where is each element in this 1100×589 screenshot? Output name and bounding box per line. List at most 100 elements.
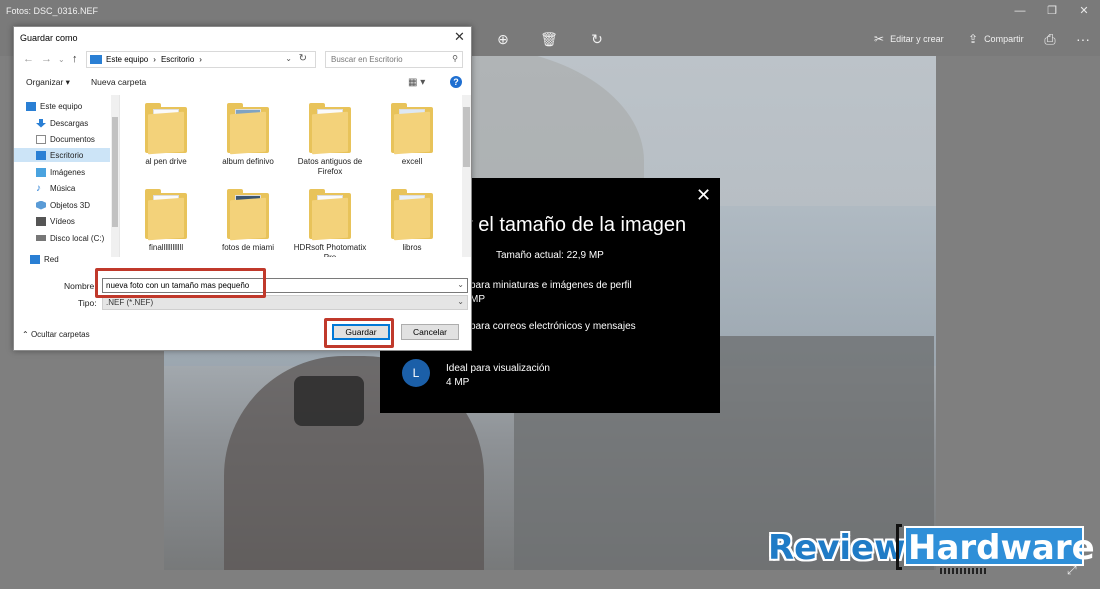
type-label: Tipo: bbox=[78, 298, 97, 308]
folder-item[interactable]: Datos antiguos de Firefox bbox=[290, 103, 370, 177]
restore-icon[interactable]: ❐ bbox=[1042, 4, 1062, 18]
folder-item[interactable]: fotos de miami bbox=[208, 189, 288, 253]
save-as-dialog: Guardar como ✕ ← → ⌄ ↑ Este equipo › Esc… bbox=[13, 26, 472, 351]
file-list-scrollbar[interactable] bbox=[462, 95, 471, 257]
documents-icon bbox=[36, 134, 46, 144]
address-separator: › bbox=[153, 55, 156, 64]
option-small-line2[interactable]: MP bbox=[470, 294, 485, 305]
nav-label: Vídeos bbox=[50, 216, 75, 226]
dialog-title: Guardar como bbox=[20, 33, 78, 43]
zoom-icon[interactable]: ⊕ bbox=[494, 30, 512, 48]
folder-name: HDRsoft Photomatix Pro bbox=[293, 243, 367, 257]
new-folder-button[interactable]: Nueva carpeta bbox=[91, 77, 146, 87]
nav-item-imagenes[interactable]: Imágenes bbox=[36, 165, 110, 179]
nav-label: Red bbox=[44, 254, 59, 264]
search-icon: ⚲ bbox=[452, 54, 458, 63]
organize-button[interactable]: Organizar ▾ bbox=[26, 77, 70, 88]
address-bar[interactable]: Este equipo › Escritorio › ⌄ ↻ bbox=[86, 51, 316, 68]
option-large-title[interactable]: Ideal para visualización bbox=[446, 363, 550, 374]
app-titlebar: Fotos: DSC_0316.NEF — ❐ ✕ bbox=[0, 0, 1100, 22]
scroll-thumb[interactable] bbox=[463, 107, 470, 167]
scroll-thumb[interactable] bbox=[112, 117, 118, 227]
file-type-value: .NEF (*.NEF) bbox=[106, 298, 154, 307]
logo-word-hardware: Hardware bbox=[908, 528, 1095, 568]
address-dropdown-icon[interactable]: ⌄ bbox=[285, 54, 292, 63]
address-segment[interactable]: Este equipo bbox=[106, 55, 148, 64]
nav-item-documentos[interactable]: Documentos bbox=[36, 132, 110, 146]
folder-name: finallllllllllll bbox=[148, 243, 184, 252]
folder-name: album definivo bbox=[222, 157, 274, 166]
up-icon[interactable]: ↑ bbox=[72, 53, 78, 65]
dialog-close-icon[interactable]: ✕ bbox=[454, 29, 465, 45]
close-window-icon[interactable]: ✕ bbox=[1074, 4, 1094, 18]
nav-item-disco-local[interactable]: Disco local (C:) bbox=[36, 231, 110, 245]
nav-item-escritorio[interactable]: Escritorio bbox=[14, 148, 110, 162]
option-small-line1[interactable]: para miniaturas e imágenes de perfil bbox=[470, 280, 632, 291]
current-size: Tamaño actual: 22,9 MP bbox=[496, 250, 604, 261]
option-medium-line1[interactable]: para correos electrónicos y mensajes bbox=[470, 321, 636, 332]
more-icon[interactable]: ··· bbox=[1074, 30, 1092, 48]
photo-camera bbox=[294, 376, 364, 426]
folder-name: al pen drive bbox=[145, 157, 187, 166]
recent-dropdown-icon[interactable]: ⌄ bbox=[58, 55, 65, 64]
option-large-size: 4 MP bbox=[446, 377, 470, 388]
logo-word-review: Review bbox=[768, 528, 906, 568]
folder-item[interactable]: al pen drive bbox=[126, 103, 206, 167]
print-icon[interactable]: ⎙ bbox=[1041, 30, 1059, 48]
folder-icon bbox=[391, 103, 433, 155]
nav-item-red[interactable]: Red bbox=[30, 252, 110, 266]
address-segment[interactable]: Escritorio bbox=[161, 55, 194, 64]
3d-objects-icon bbox=[36, 200, 46, 210]
search-placeholder: Buscar en Escritorio bbox=[331, 55, 403, 64]
share-button[interactable]: ⇪ Compartir bbox=[968, 32, 1024, 46]
folder-icon bbox=[227, 103, 269, 155]
folder-item[interactable]: HDRsoft Photomatix Pro bbox=[290, 189, 370, 257]
folder-icon bbox=[309, 103, 351, 155]
option-large-badge[interactable]: L bbox=[402, 359, 430, 387]
nav-label: Disco local (C:) bbox=[50, 233, 105, 243]
search-input[interactable]: Buscar en Escritorio ⚲ bbox=[325, 51, 463, 68]
filename-highlight bbox=[95, 268, 266, 298]
pc-icon bbox=[90, 55, 102, 64]
nav-label: Música bbox=[50, 183, 76, 193]
folder-name: libros bbox=[402, 243, 422, 252]
rotate-icon[interactable]: ↻ bbox=[588, 30, 606, 48]
navigation-pane: Este equipo Descargas Documentos Escrito… bbox=[14, 95, 120, 264]
hide-folders-label: Ocultar carpetas bbox=[30, 330, 90, 339]
folder-name: fotos de miami bbox=[221, 243, 275, 252]
edit-create-button[interactable]: ✂ Editar y crear bbox=[874, 32, 944, 46]
refresh-icon[interactable]: ↻ bbox=[299, 53, 307, 64]
folder-icon bbox=[145, 103, 187, 155]
nav-item-descargas[interactable]: Descargas bbox=[36, 116, 110, 130]
delete-icon[interactable]: 🗑 bbox=[540, 30, 558, 48]
address-separator: › bbox=[199, 55, 202, 64]
nav-item-videos[interactable]: Vídeos bbox=[36, 214, 110, 228]
forward-icon[interactable]: → bbox=[41, 53, 52, 65]
folder-item[interactable]: album definivo bbox=[208, 103, 288, 167]
minimize-icon[interactable]: — bbox=[1010, 4, 1030, 18]
nav-item-este-equipo[interactable]: Este equipo bbox=[26, 99, 110, 113]
folder-item[interactable]: excell bbox=[372, 103, 452, 167]
nav-item-musica[interactable]: ♪ Música bbox=[36, 181, 110, 195]
folder-icon bbox=[391, 189, 433, 241]
hide-folders-button[interactable]: ⌃ Ocultar carpetas bbox=[22, 330, 90, 339]
help-icon[interactable]: ? bbox=[450, 76, 462, 88]
expand-icon[interactable]: ⤢ bbox=[1067, 563, 1077, 578]
resize-close-icon[interactable]: ✕ bbox=[696, 186, 711, 204]
navigation-scrollbar[interactable] bbox=[111, 95, 119, 257]
nav-item-objetos-3d[interactable]: Objetos 3D bbox=[36, 198, 110, 212]
filename-dropdown-icon[interactable]: ⌄ bbox=[457, 280, 464, 289]
view-options-icon[interactable]: ▦ ▾ bbox=[408, 77, 425, 88]
back-icon[interactable]: ← bbox=[23, 53, 34, 65]
nav-label: Descargas bbox=[50, 118, 89, 128]
folder-item[interactable]: libros bbox=[372, 189, 452, 253]
cancel-button[interactable]: Cancelar bbox=[401, 324, 459, 340]
folder-item[interactable]: finallllllllllll bbox=[126, 189, 206, 253]
review-hardware-logo: Review Hardware bbox=[768, 524, 1095, 574]
logo-pins bbox=[940, 568, 986, 574]
drive-icon bbox=[36, 235, 46, 241]
edit-label: Editar y crear bbox=[890, 34, 944, 44]
folder-icon bbox=[309, 189, 351, 241]
chevron-up-icon: ⌃ bbox=[22, 330, 29, 339]
file-type-dropdown-icon: ⌄ bbox=[457, 297, 464, 306]
